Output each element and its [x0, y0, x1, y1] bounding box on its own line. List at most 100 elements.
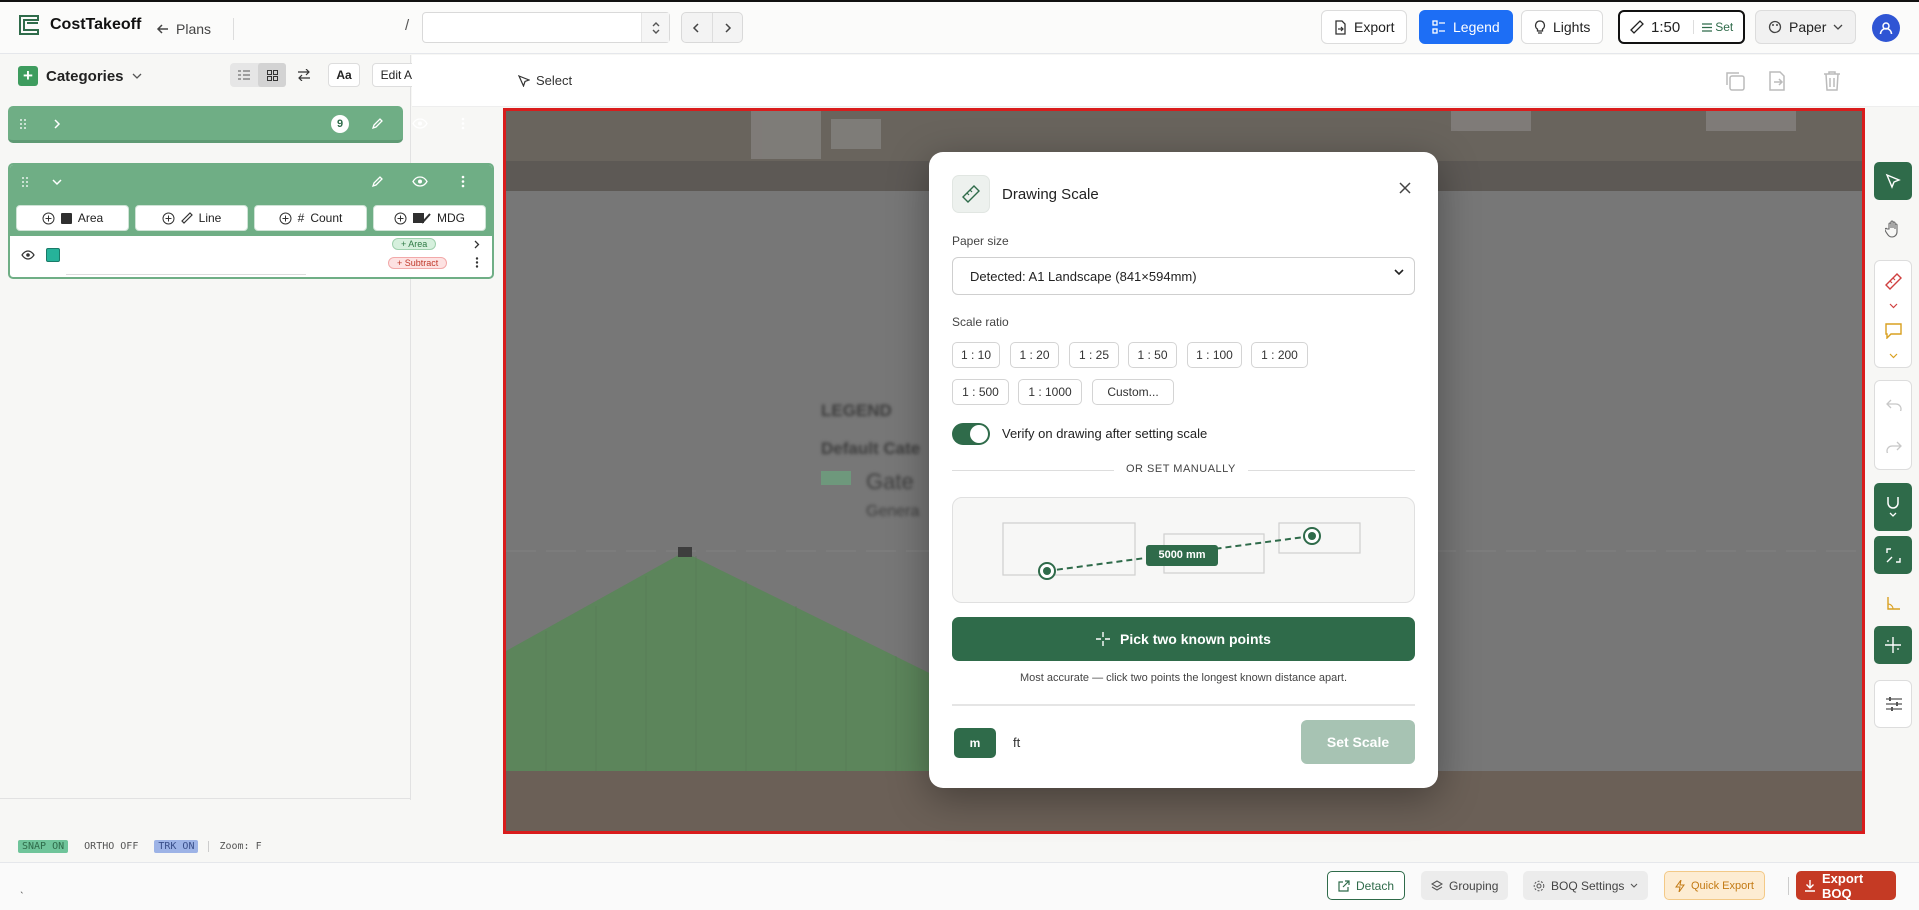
cursor-icon	[1885, 173, 1901, 189]
page-pager	[681, 12, 743, 43]
grouping-button[interactable]: Grouping	[1421, 871, 1509, 900]
more-vertical-icon[interactable]	[461, 175, 465, 188]
ortho-status[interactable]: ORTHO OFF	[84, 841, 138, 852]
more-vertical-icon[interactable]	[461, 117, 465, 130]
plan-select[interactable]	[422, 12, 670, 43]
plus-circle-icon	[42, 212, 55, 225]
edit-icon[interactable]	[371, 117, 384, 130]
export-boq-button[interactable]: Export BOQ	[1796, 871, 1896, 901]
arrow-left-icon	[156, 22, 170, 36]
chevron-down-icon[interactable]	[1889, 353, 1898, 359]
scale-set-label: Set	[1715, 20, 1734, 34]
custom-ratio-button[interactable]: Custom...	[1092, 379, 1174, 405]
prev-page-button[interactable]	[682, 13, 712, 42]
category-header[interactable]	[10, 165, 492, 200]
snap-magnet-tool[interactable]	[1874, 483, 1912, 531]
export-button[interactable]: Export	[1321, 10, 1408, 44]
unit-m-button[interactable]: m	[954, 728, 996, 758]
ratio-1-500-button[interactable]: 1 : 500	[952, 379, 1009, 405]
app-logo[interactable]: CostTakeoff	[18, 14, 141, 36]
add-area-button[interactable]: Area	[16, 205, 129, 231]
crosshair-tool[interactable]	[1874, 626, 1912, 664]
boq-settings-button[interactable]: BOQ Settings	[1523, 871, 1649, 900]
next-page-button[interactable]	[711, 13, 743, 42]
paper-button[interactable]: Paper	[1755, 10, 1857, 44]
layers-icon	[1431, 879, 1443, 892]
snap-status[interactable]: SNAP ON	[18, 840, 69, 853]
chevron-right-icon[interactable]	[54, 119, 61, 129]
ratio-1-100-button[interactable]: 1 : 100	[1187, 342, 1242, 368]
paper-label: Paper	[1789, 19, 1827, 35]
text-size-button[interactable]: Aa	[328, 63, 360, 87]
cursor-text: ˎ	[20, 880, 24, 894]
verify-toggle[interactable]	[952, 423, 990, 445]
lightbulb-icon	[1534, 19, 1546, 35]
crosshair-icon	[1096, 632, 1111, 646]
paper-size-select[interactable]: Detected: A1 Landscape (841×594mm)	[952, 257, 1415, 295]
chevron-right-icon[interactable]	[474, 240, 480, 249]
color-swatch[interactable]	[46, 248, 60, 262]
status-bar: SNAP ON ORTHO OFF TRK ON Zoom: F	[18, 840, 262, 853]
add-category-icon[interactable]: +	[18, 66, 38, 86]
ratio-1-20-button[interactable]: 1 : 20	[1010, 342, 1059, 368]
ratio-1-10-button[interactable]: 1 : 10	[952, 342, 1000, 368]
toggle-knob	[970, 425, 988, 443]
chevron-down-icon[interactable]	[1889, 303, 1898, 309]
eye-icon[interactable]	[21, 250, 35, 260]
divider	[233, 18, 235, 40]
drag-handle-icon[interactable]	[20, 119, 26, 129]
category-row-collapsed[interactable]: 9	[8, 106, 465, 143]
ratio-1-50-button[interactable]: 1 : 50	[1128, 342, 1177, 368]
quick-export-button[interactable]: Quick Export	[1664, 871, 1765, 900]
unit-ft-button[interactable]: ft	[1013, 735, 1020, 750]
edit-icon[interactable]	[371, 175, 384, 188]
trash-icon[interactable]	[1823, 70, 1841, 92]
more-vertical-icon[interactable]	[475, 257, 479, 268]
add-line-button[interactable]: Line	[135, 205, 248, 231]
duplicate-icon[interactable]	[1724, 70, 1746, 92]
categories-header[interactable]: + Categories	[18, 66, 142, 86]
category-item[interactable]: + Area + Subtract	[10, 236, 492, 276]
scale-set-button[interactable]: Set	[1693, 20, 1733, 34]
sliders-icon[interactable]	[1885, 696, 1903, 712]
annotate-tool-group	[1874, 260, 1912, 368]
ratio-1-1000-button[interactable]: 1 : 1000	[1018, 379, 1082, 405]
swap-button[interactable]	[292, 63, 316, 87]
add-subtract-pill[interactable]: + Subtract	[388, 257, 448, 269]
select-pointer-tool[interactable]	[1874, 162, 1912, 200]
plans-link[interactable]: Plans	[156, 18, 235, 40]
legend-button[interactable]: Legend	[1419, 10, 1513, 44]
grid-view-button[interactable]	[258, 63, 286, 87]
add-mdg-button[interactable]: MDG	[373, 205, 486, 231]
select-tool[interactable]: Select	[518, 73, 572, 88]
detach-button[interactable]: Detach	[1327, 871, 1406, 900]
add-count-button[interactable]: # Count	[254, 205, 367, 231]
drag-handle-icon[interactable]	[22, 177, 28, 187]
fit-view-tool[interactable]	[1874, 536, 1912, 574]
ratio-1-25-button[interactable]: 1 : 25	[1069, 342, 1119, 368]
move-page-icon[interactable]	[1767, 70, 1787, 92]
eye-icon[interactable]	[412, 118, 428, 129]
undo-icon[interactable]	[1886, 399, 1902, 411]
scale-button[interactable]: 1:50 Set	[1618, 10, 1746, 44]
trk-status[interactable]: TRK ON	[154, 840, 199, 853]
pick-two-points-button[interactable]: Pick two known points	[952, 617, 1415, 661]
grouping-label: Grouping	[1449, 878, 1499, 893]
user-avatar[interactable]	[1872, 14, 1900, 42]
or-set-manually-label: OR SET MANUALLY	[1114, 463, 1248, 475]
chevron-down-icon[interactable]	[52, 179, 62, 186]
eye-icon[interactable]	[412, 176, 428, 187]
set-scale-button[interactable]: Set Scale	[1301, 720, 1415, 764]
list-view-button[interactable]	[230, 63, 258, 87]
verify-label: Verify on drawing after setting scale	[1002, 426, 1208, 441]
add-area-pill[interactable]: + Area	[392, 238, 437, 250]
ratio-1-200-button[interactable]: 1 : 200	[1251, 342, 1308, 368]
chevron-down-icon	[1630, 883, 1638, 888]
ruler-icon[interactable]	[1885, 273, 1902, 290]
pan-tool[interactable]	[1874, 210, 1912, 248]
ortho-tool[interactable]	[1874, 584, 1912, 622]
redo-icon[interactable]	[1886, 441, 1902, 453]
lights-button[interactable]: Lights	[1521, 10, 1604, 44]
close-icon[interactable]	[1399, 182, 1411, 194]
comment-icon[interactable]	[1885, 323, 1902, 339]
